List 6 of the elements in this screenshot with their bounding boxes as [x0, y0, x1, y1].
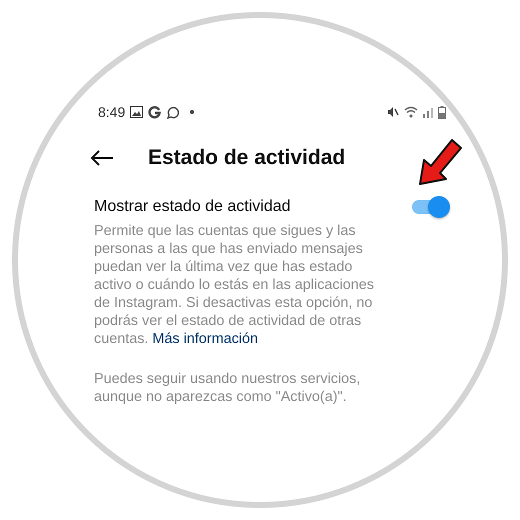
note-text: Puedes seguir usando nuestros servicios, aunque no aparezcas como "Activo(a)". [94, 370, 362, 406]
setting-label: Mostrar estado de actividad [94, 198, 292, 216]
more-info-link[interactable]: Más información [152, 331, 258, 347]
setting-description: Permite que las cuentas que sigues y las personas a las que has enviado mensajes puedan ver la última vez que has estado activo o cuándo lo estás en las aplicaciones de Instagram. Si desactivas esta opción, no podrás ver el estado de actividad de otras cuentas. Más información [94, 222, 375, 348]
page-title: Estado de actividad [148, 146, 346, 170]
status-time: 8:49 [98, 104, 126, 120]
